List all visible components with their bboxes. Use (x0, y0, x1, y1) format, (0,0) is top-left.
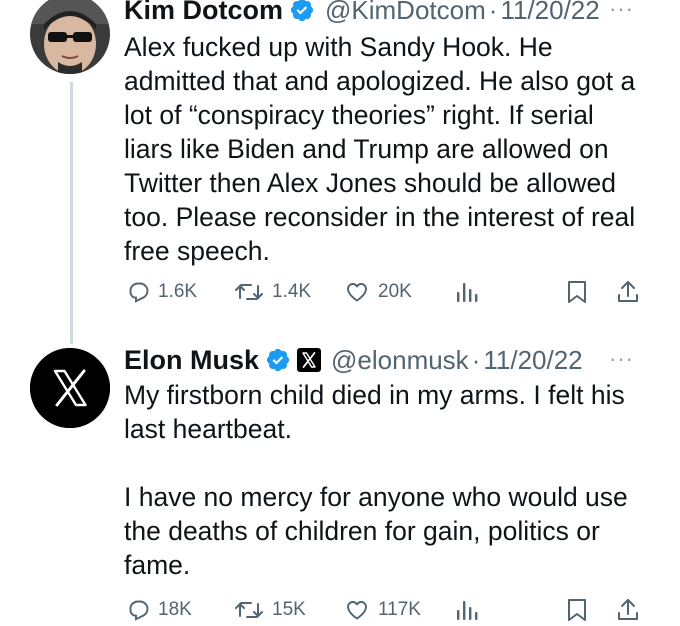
share-button[interactable] (616, 594, 640, 626)
tweet-date[interactable]: 11/20/22 (500, 0, 599, 26)
reply-count: 18K (158, 599, 192, 620)
tweet-date[interactable]: 11/20/22 (483, 345, 582, 376)
reply-count: 1.6K (158, 281, 198, 302)
more-options-icon[interactable]: ··· (609, 0, 634, 22)
views-button[interactable] (454, 594, 480, 626)
author-name[interactable]: Elon Musk (124, 345, 259, 376)
views-icon (457, 283, 478, 302)
avatar[interactable] (30, 348, 110, 428)
share-icon (618, 599, 638, 620)
more-options-icon[interactable]: ··· (609, 346, 634, 372)
retweet-button[interactable]: 15K (234, 594, 306, 626)
verified-badge-icon (289, 0, 315, 23)
like-button[interactable]: 20K (344, 276, 412, 308)
retweet-count: 15K (272, 599, 306, 620)
author-handle[interactable]: @KimDotcom (325, 0, 486, 26)
views-button[interactable] (454, 276, 480, 308)
reply-button[interactable]: 1.6K (126, 276, 197, 308)
like-icon (347, 283, 367, 302)
retweet-button[interactable]: 1.4K (234, 276, 311, 308)
bookmark-button[interactable] (566, 594, 588, 626)
tweet-text: My firstborn child died in my arms. I fe… (124, 378, 644, 582)
x-logo-avatar-icon (30, 348, 110, 428)
views-icon (457, 601, 478, 620)
tweet-paragraph: Alex fucked up with Sandy Hook. He admit… (124, 32, 636, 266)
bookmark-button[interactable] (566, 276, 588, 308)
x-logo-icon (297, 348, 322, 372)
verified-badge-icon (265, 347, 291, 373)
reply-icon (129, 600, 149, 621)
tweet-actions: 18K 15K 117K (124, 594, 644, 626)
like-icon (347, 601, 367, 620)
separator-dot: · (471, 344, 481, 375)
kim-dotcom-avatar-image (30, 0, 110, 74)
author-handle[interactable]: @elonmusk (331, 345, 469, 376)
like-count: 117K (378, 599, 421, 620)
tweet-header: Elon Musk @elonmusk · 11/20/22 (124, 342, 583, 378)
tweet-paragraph: My firstborn child died in my arms. I fe… (124, 380, 625, 444)
reply-button[interactable]: 18K (126, 594, 192, 626)
like-count: 20K (378, 281, 412, 302)
reply-icon (129, 282, 149, 303)
tweet-text: Alex fucked up with Sandy Hook. He admit… (124, 30, 644, 268)
tweet-paragraph: I have no mercy for anyone who would use… (124, 482, 628, 580)
share-button[interactable] (616, 276, 640, 308)
retweet-icon (235, 284, 263, 300)
share-icon (618, 281, 638, 302)
author-name[interactable]: Kim Dotcom (124, 0, 283, 26)
tweet-kim-dotcom[interactable]: Kim Dotcom @KimDotcom · 11/20/22 ··· Ale… (0, 0, 680, 330)
retweet-icon (235, 602, 263, 618)
retweet-count: 1.4K (272, 281, 312, 302)
tweet-header: Kim Dotcom @KimDotcom · 11/20/22 (124, 0, 600, 28)
tweet-actions: 1.6K 1.4K 20K (124, 276, 644, 308)
bookmark-icon (568, 281, 586, 303)
like-button[interactable]: 117K (344, 594, 421, 626)
separator-dot: · (488, 0, 498, 25)
tweet-elon-musk[interactable]: Elon Musk @elonmusk · 11/20/22 ··· My fi… (0, 330, 680, 626)
avatar[interactable] (30, 0, 110, 74)
bookmark-icon (568, 599, 586, 621)
